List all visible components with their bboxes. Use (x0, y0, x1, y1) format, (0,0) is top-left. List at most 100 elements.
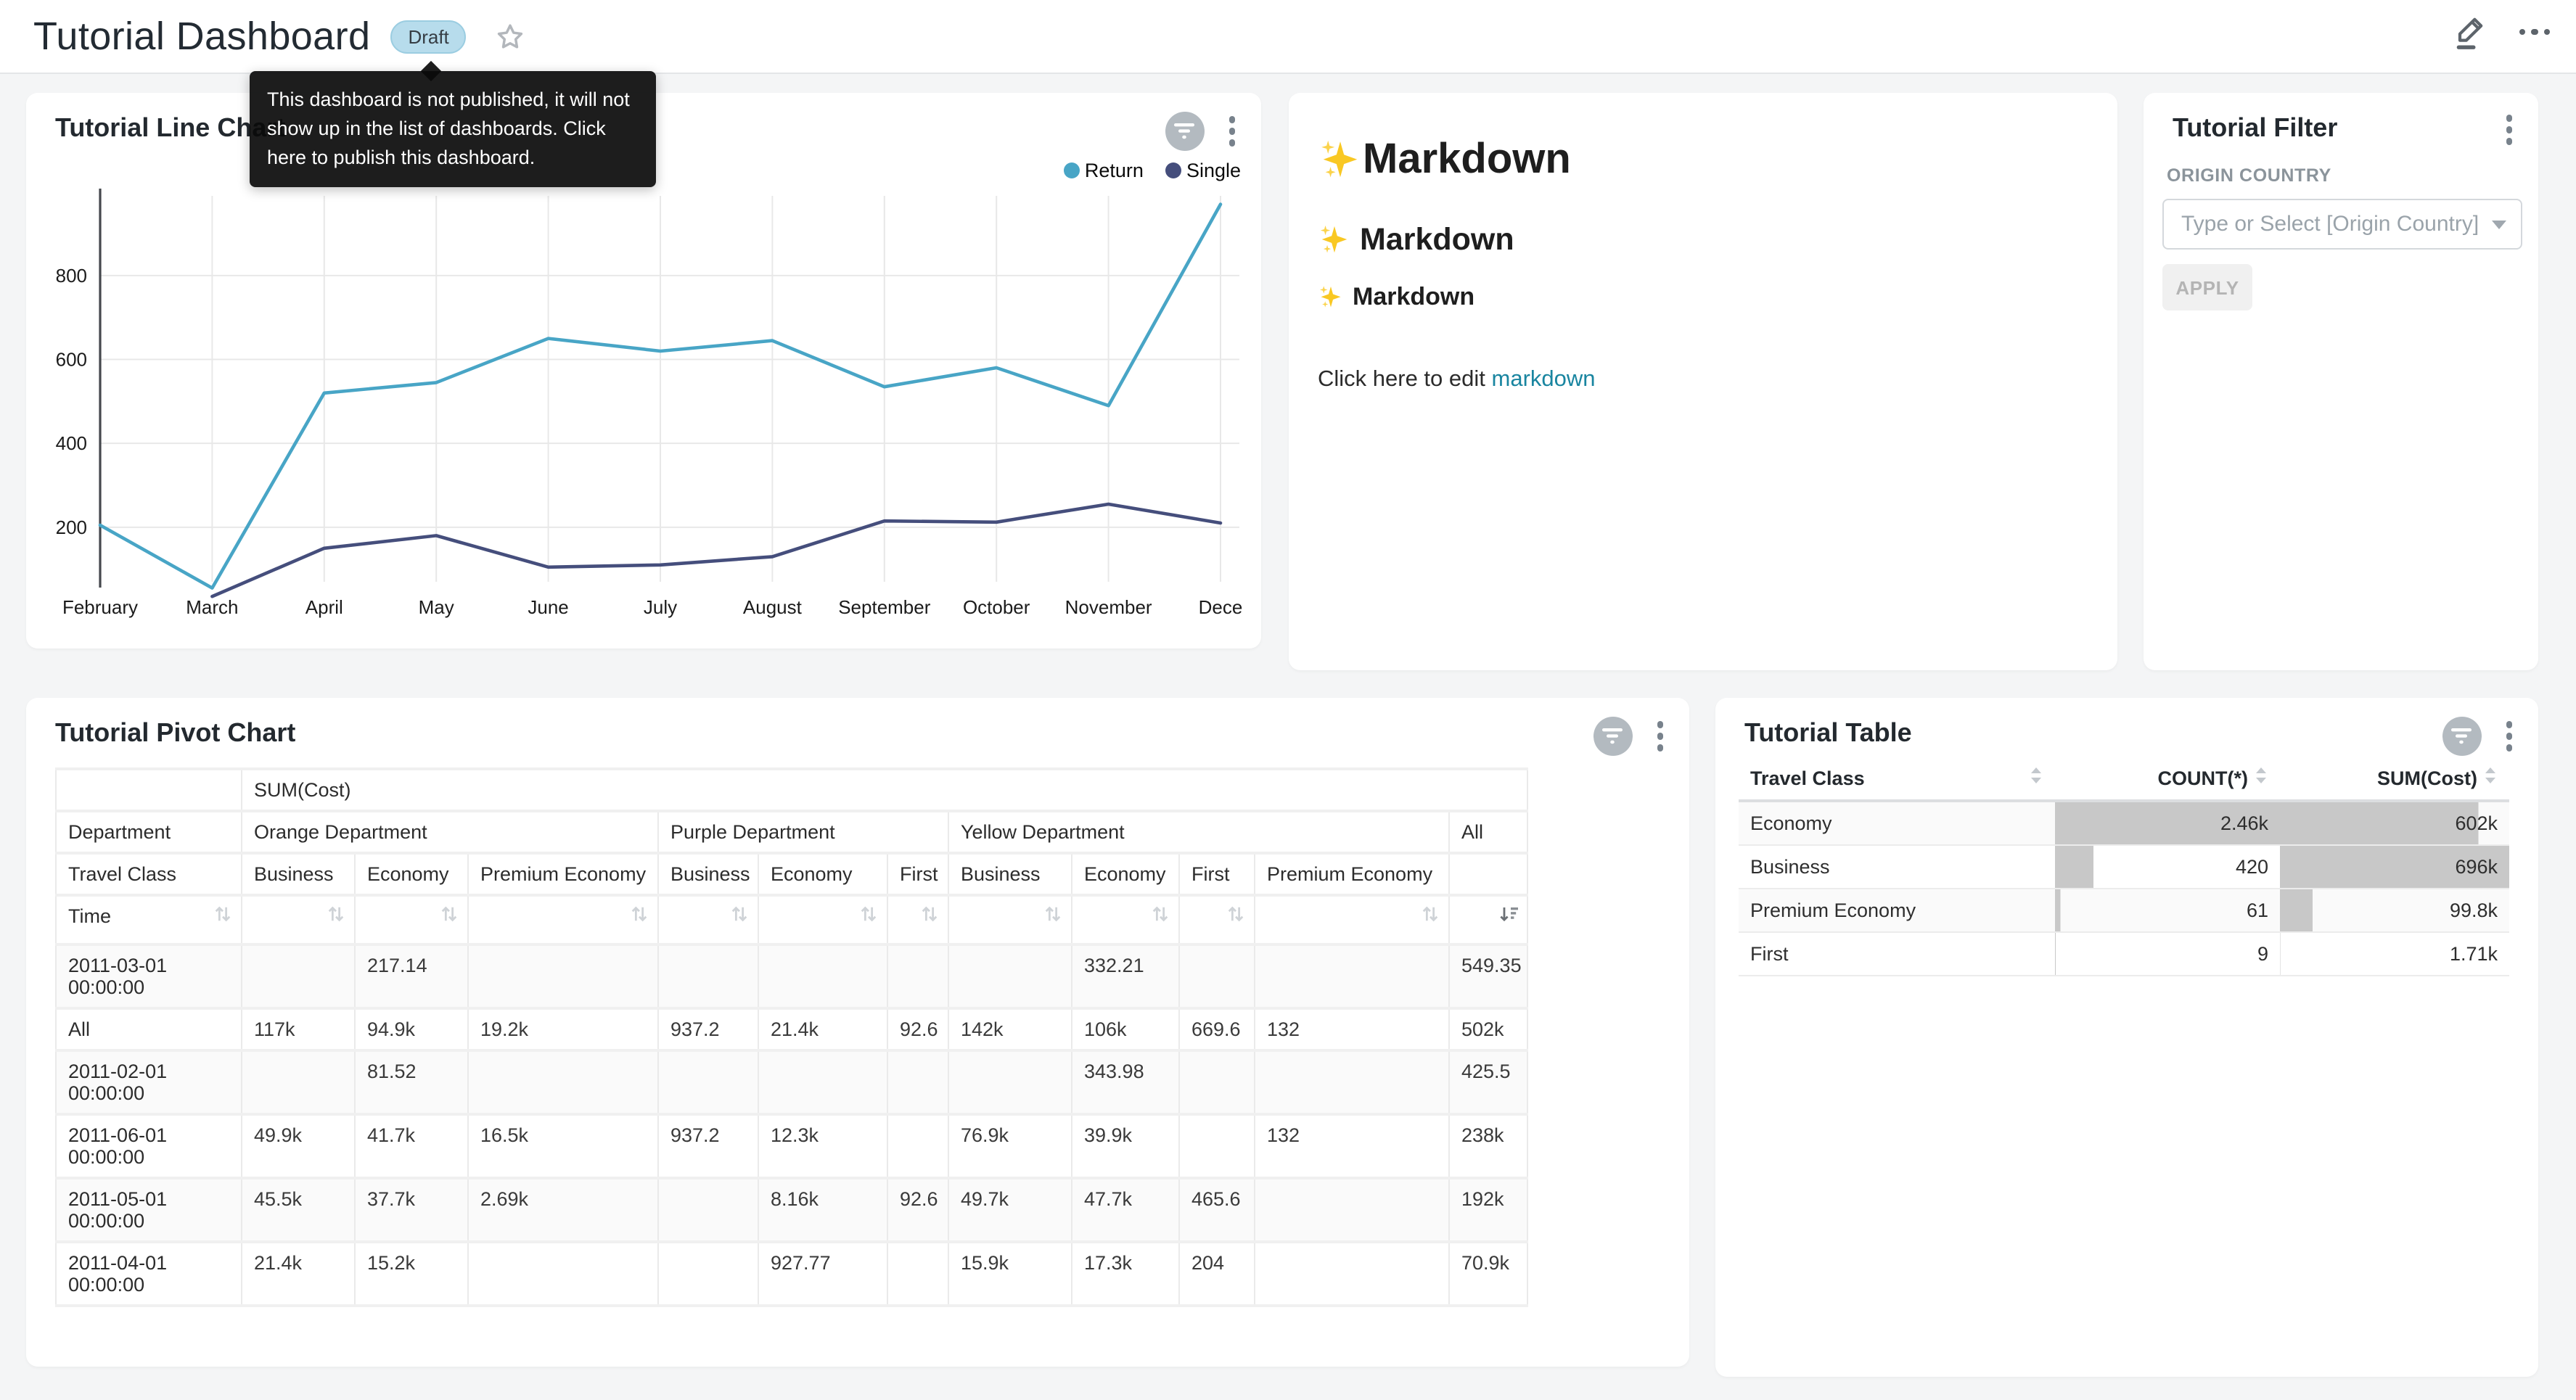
sort-active-icon[interactable] (1499, 904, 1518, 924)
pivot-cell (658, 1050, 758, 1114)
pivot-cell: 332.21 (1072, 944, 1179, 1008)
kebab-menu-icon[interactable] (2500, 719, 2518, 754)
sort-toggle-icon[interactable] (1151, 904, 1170, 924)
pivot-cell: 192k (1449, 1178, 1527, 1242)
pivot-cell: 16.5k (468, 1114, 658, 1178)
svg-text:October: October (963, 596, 1030, 618)
sort-toggle-icon[interactable] (859, 904, 878, 924)
count-cell: 2.46k (2055, 801, 2280, 845)
pivot-cell: 81.52 (355, 1050, 468, 1114)
legend-label: Single (1186, 160, 1241, 181)
pivot-cell: 937.2 (658, 1114, 758, 1178)
sort-toggle-icon[interactable] (1421, 904, 1440, 924)
pivot-cell: 117k (242, 1008, 355, 1050)
pivot-cell: 15.2k (355, 1242, 468, 1306)
draft-badge[interactable]: Draft (390, 20, 466, 53)
pivot-cell (1255, 1178, 1449, 1242)
pivot-col-header (1449, 853, 1527, 895)
series-single-line (212, 504, 1221, 596)
pivot-chart-card: Tutorial Pivot Chart SUM(Cost)Department… (26, 698, 1689, 1367)
pivot-row: 2011-06-01 00:00:0049.9k41.7k16.5k937.21… (56, 1114, 1527, 1178)
count-cell: 61 (2055, 889, 2280, 932)
pivot-cell: 132 (1255, 1114, 1449, 1178)
sort-toggle-icon[interactable] (213, 904, 232, 924)
pivot-group-header: All (1449, 811, 1527, 853)
filter-badge-icon[interactable] (2442, 717, 2481, 756)
pivot-cell: 549.35 (1449, 944, 1527, 1008)
svg-text:June: June (528, 596, 568, 618)
count-cell: 420 (2055, 845, 2280, 889)
pivot-cell (758, 944, 887, 1008)
svg-text:February: February (62, 596, 138, 618)
pivot-row: All117k94.9k19.2k937.221.4k92.6142k106k6… (56, 1008, 1527, 1050)
pivot-cell: 45.5k (242, 1178, 355, 1242)
table-col-header-sum-cost[interactable]: SUM(Cost) (2280, 756, 2509, 801)
sort-toggle-icon[interactable] (730, 904, 749, 924)
sparkles-icon (1318, 223, 1351, 257)
pivot-group-header: Yellow Department (948, 811, 1449, 853)
sort-caret-icon (2254, 766, 2268, 789)
pivot-cell: 19.2k (468, 1008, 658, 1050)
table-row: Premium Economy6199.8k (1739, 889, 2509, 932)
sort-toggle-icon[interactable] (327, 904, 345, 924)
favorite-star-icon[interactable] (496, 21, 526, 52)
sort-toggle-icon[interactable] (1226, 904, 1245, 924)
pivot-cell: 17.3k (1072, 1242, 1179, 1306)
pivot-cell (242, 1050, 355, 1114)
pivot-cell (658, 1178, 758, 1242)
sum-cell: 1.71k (2280, 932, 2509, 976)
pivot-cell (758, 1050, 887, 1114)
chart-legend: Return Single (1064, 160, 1241, 181)
table-row: Business420696k (1739, 845, 2509, 889)
pivot-group-header: Purple Department (658, 811, 948, 853)
table-title: Tutorial Table (1744, 718, 1912, 749)
legend-dot (1064, 162, 1080, 179)
page-title: Tutorial Dashboard (33, 14, 370, 59)
apply-button[interactable]: APPLY (2162, 264, 2252, 310)
table-col-header-travel-class[interactable]: Travel Class (1739, 756, 2055, 801)
pivot-cell: 39.9k (1072, 1114, 1179, 1178)
pivot-cell (887, 944, 948, 1008)
filter-title: Tutorial Filter (2173, 113, 2337, 144)
pivot-time-header: Time (68, 905, 111, 927)
svg-text:November: November (1065, 596, 1152, 618)
pivot-cell: 238k (1449, 1114, 1527, 1178)
pivot-cell: 49.9k (242, 1114, 355, 1178)
sort-toggle-icon[interactable] (1043, 904, 1062, 924)
pivot-cell: 343.98 (1072, 1050, 1179, 1114)
pivot-title: Tutorial Pivot Chart (55, 718, 295, 749)
sort-caret-icon (2483, 766, 2498, 789)
kebab-menu-icon[interactable] (2500, 112, 2518, 147)
pivot-cell (1255, 944, 1449, 1008)
markdown-h2: Markdown (1318, 222, 2088, 258)
kebab-menu-icon[interactable] (1651, 719, 1669, 754)
markdown-edit-link[interactable]: markdown (1492, 367, 1596, 392)
pivot-cell (1255, 1050, 1449, 1114)
svg-text:July: July (644, 596, 677, 618)
dashboard-page: Tutorial Dashboard Draft This dashboard … (0, 0, 2576, 1400)
markdown-card[interactable]: Markdown Markdown Markdown Click here to… (1289, 93, 2117, 670)
sort-toggle-icon[interactable] (630, 904, 649, 924)
pivot-row-label: 2011-06-01 00:00:00 (56, 1114, 242, 1178)
origin-country-select[interactable]: Type or Select [Origin Country] (2162, 199, 2522, 250)
sort-toggle-icon[interactable] (440, 904, 459, 924)
pivot-cell: 76.9k (948, 1114, 1072, 1178)
pivot-dept-header: Department (56, 811, 242, 853)
filter-badge-icon[interactable] (1593, 717, 1632, 756)
table-row: Economy2.46k602k (1739, 801, 2509, 845)
pivot-col-header: Business (948, 853, 1072, 895)
legend-item-return[interactable]: Return (1064, 160, 1144, 181)
pivot-table: SUM(Cost)DepartmentOrange DepartmentPurp… (55, 767, 1528, 1307)
table-col-header-count[interactable]: COUNT(*) (2055, 756, 2280, 801)
pivot-cell: 12.3k (758, 1114, 887, 1178)
sort-toggle-icon[interactable] (920, 904, 939, 924)
pivot-cell: 92.6 (887, 1008, 948, 1050)
table-row: First91.71k (1739, 932, 2509, 976)
pivot-cell: 106k (1072, 1008, 1179, 1050)
edit-dashboard-icon[interactable] (2452, 13, 2487, 51)
more-menu-icon[interactable] (2519, 20, 2550, 44)
pivot-cell (887, 1114, 948, 1178)
pivot-cell: 92.6 (887, 1178, 948, 1242)
legend-item-single[interactable]: Single (1165, 160, 1241, 181)
pivot-row-label: 2011-04-01 00:00:00 (56, 1242, 242, 1306)
